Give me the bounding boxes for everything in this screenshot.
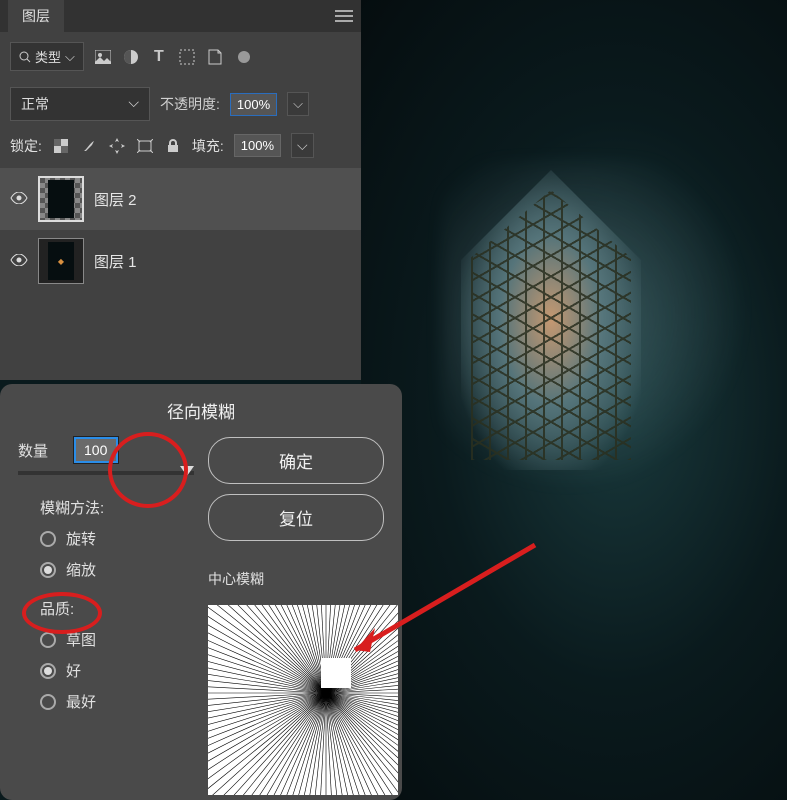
canvas-area[interactable] xyxy=(361,0,787,800)
slider-thumb-icon[interactable] xyxy=(180,466,194,476)
quality-label: 品质: xyxy=(40,598,194,619)
filter-pixel-icon[interactable] xyxy=(94,48,112,66)
center-blur-label: 中心模糊 xyxy=(208,569,384,589)
amount-input[interactable] xyxy=(74,437,118,463)
reset-button[interactable]: 复位 xyxy=(208,494,384,541)
blend-mode-value: 正常 xyxy=(21,94,49,114)
amount-label: 数量 xyxy=(18,440,48,461)
filter-adjustment-icon[interactable] xyxy=(122,48,140,66)
radio-best[interactable]: 最好 xyxy=(40,691,194,712)
opacity-label: 不透明度: xyxy=(160,94,220,114)
blend-row: 正常 ⌵ 不透明度: 100% ⌵ xyxy=(0,81,361,127)
filter-type-select[interactable]: 类型 ⌵ xyxy=(10,42,84,71)
opacity-dropdown-button[interactable]: ⌵ xyxy=(287,92,309,116)
visibility-toggle-icon[interactable] xyxy=(10,254,28,268)
panel-menu-button[interactable] xyxy=(335,10,353,22)
lock-position-icon[interactable] xyxy=(108,137,126,155)
quality-group: 草图 好 最好 xyxy=(40,629,194,712)
blur-center-preview[interactable] xyxy=(208,605,398,795)
blur-method-label: 模糊方法: xyxy=(40,497,194,518)
radio-good-label: 好 xyxy=(66,660,81,681)
layer-item[interactable]: ◆ 图层 1 xyxy=(0,230,361,292)
filter-smartobject-icon[interactable] xyxy=(206,48,224,66)
amount-slider[interactable] xyxy=(18,471,194,475)
layers-panel: 图层 类型 ⌵ T 正常 ⌵ 不透明度: 100% ⌵ 锁定: 填充: xyxy=(0,0,361,380)
radio-good[interactable]: 好 xyxy=(40,660,194,681)
visibility-toggle-icon[interactable] xyxy=(10,192,28,206)
layer-list: 图层 2 ◆ 图层 1 xyxy=(0,164,361,296)
filter-shape-icon[interactable] xyxy=(178,48,196,66)
filter-text-icon[interactable]: T xyxy=(150,48,168,66)
lock-transparency-icon[interactable] xyxy=(52,137,70,155)
ok-button[interactable]: 确定 xyxy=(208,437,384,484)
filter-type-label: 类型 xyxy=(35,47,61,66)
radio-best-label: 最好 xyxy=(66,691,96,712)
chevron-down-icon: ⌵ xyxy=(128,94,139,114)
lock-label: 锁定: xyxy=(10,136,42,156)
layer-thumbnail[interactable]: ◆ xyxy=(38,238,84,284)
lock-all-icon[interactable] xyxy=(164,137,182,155)
radio-draft[interactable]: 草图 xyxy=(40,629,194,650)
radio-zoom[interactable]: 缩放 xyxy=(40,559,194,580)
lock-row: 锁定: 填充: 100% ⌵ xyxy=(0,127,361,164)
blend-mode-select[interactable]: 正常 ⌵ xyxy=(10,87,150,121)
radio-draft-label: 草图 xyxy=(66,629,96,650)
blur-method-group: 旋转 缩放 xyxy=(40,528,194,580)
dialog-title: 径向模糊 xyxy=(0,384,402,437)
fill-dropdown-button[interactable]: ⌵ xyxy=(291,133,314,158)
lock-artboard-icon[interactable] xyxy=(136,137,154,155)
lock-brush-icon[interactable] xyxy=(80,137,98,155)
radial-blur-dialog: 径向模糊 数量 模糊方法: 旋转 缩放 品质: xyxy=(0,384,402,800)
radio-spin-label: 旋转 xyxy=(66,528,96,549)
opacity-input[interactable]: 100% xyxy=(230,93,277,116)
chevron-down-icon: ⌵ xyxy=(65,49,75,65)
layer-thumbnail[interactable] xyxy=(38,176,84,222)
filter-toggle-icon[interactable] xyxy=(238,51,250,63)
radio-zoom-label: 缩放 xyxy=(66,559,96,580)
fill-input[interactable]: 100% xyxy=(234,134,281,157)
layers-tab[interactable]: 图层 xyxy=(8,0,64,32)
search-icon xyxy=(19,51,31,63)
layer-item[interactable]: 图层 2 xyxy=(0,168,361,230)
filter-row: 类型 ⌵ T xyxy=(0,32,361,81)
fill-label: 填充: xyxy=(192,136,224,156)
panel-tab-bar: 图层 xyxy=(0,0,361,32)
layer-name[interactable]: 图层 2 xyxy=(94,189,137,210)
radio-spin[interactable]: 旋转 xyxy=(40,528,194,549)
layer-name[interactable]: 图层 1 xyxy=(94,251,137,272)
